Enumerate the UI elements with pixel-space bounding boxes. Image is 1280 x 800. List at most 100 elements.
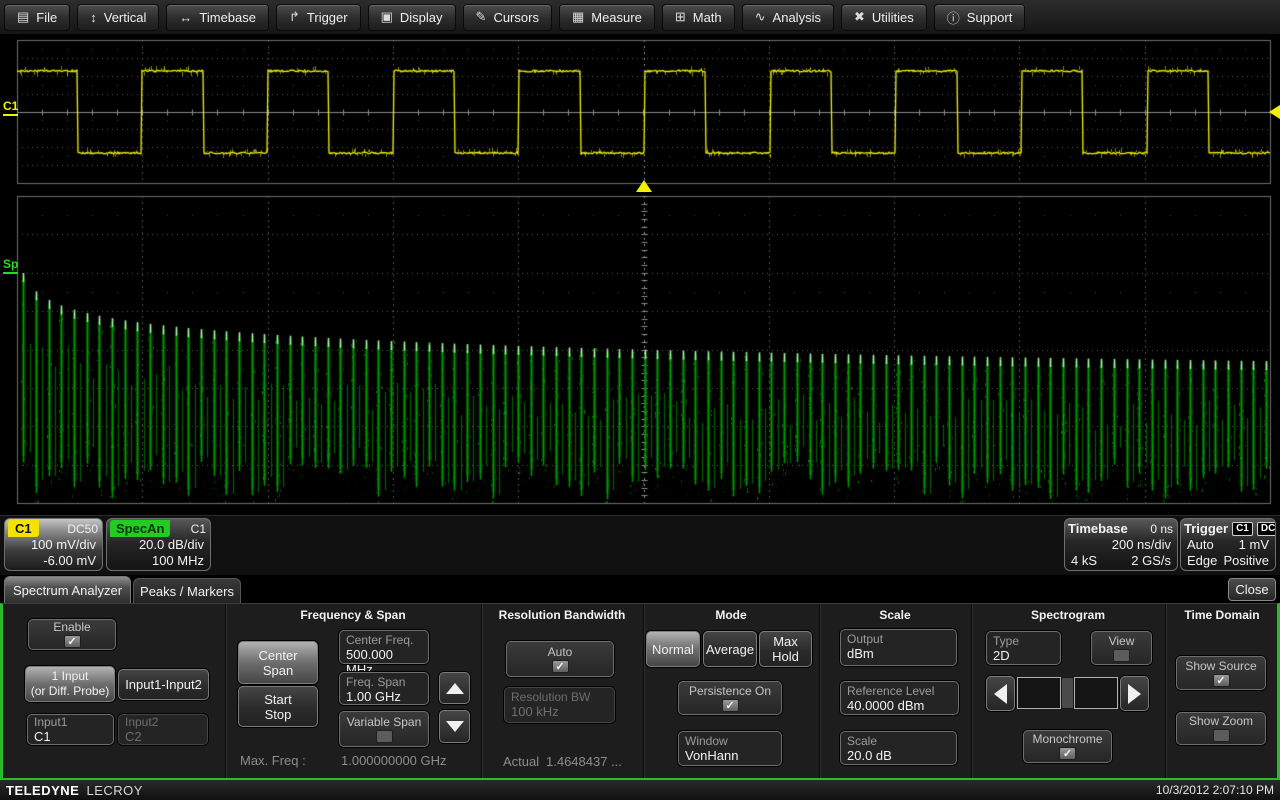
rbw-auto-checkbox-checked[interactable]: ✓ (552, 660, 569, 673)
window-field[interactable]: Window VonHann (678, 731, 782, 766)
info-circle-icon: ⓘ (947, 8, 960, 27)
spectrogram-slider[interactable] (1017, 677, 1118, 709)
center-freq-field[interactable]: Center Freq. 500.000 MHz (339, 630, 429, 664)
input2-label: Input2 (125, 715, 201, 729)
span-up-button[interactable] (439, 672, 470, 704)
show-source-label: Show Source (1185, 660, 1256, 673)
variable-span-toggle[interactable]: Variable Span (339, 711, 429, 747)
variable-span-checkbox-unchecked[interactable] (376, 730, 393, 743)
persistence-label: Persistence On (689, 685, 771, 698)
brand-lecroy: LECROY (86, 783, 142, 798)
spectrum-trace-label[interactable]: Sp (3, 258, 18, 274)
show-source-toggle[interactable]: Show Source ✓ (1176, 656, 1266, 690)
c1-trace-label[interactable]: C1 (3, 100, 18, 116)
one-input-button[interactable]: 1 Input (or Diff. Probe) (25, 666, 115, 702)
scale-value: 20.0 dB (847, 748, 950, 763)
output-field[interactable]: Output dBm (840, 629, 957, 666)
max-hold-line2: Hold (772, 649, 799, 664)
max-freq-label: Max. Freq : (240, 753, 306, 768)
dialog-body: Frequency & Span Resolution Bandwidth Mo… (0, 603, 1280, 780)
c1-descriptor-box[interactable]: C1 DC50 100 mV/div -6.00 mV (4, 518, 103, 571)
c1-offset: -6.00 mV (5, 553, 102, 569)
rbw-auto-toggle[interactable]: Auto ✓ (506, 641, 614, 677)
mode-normal-button[interactable]: Normal (646, 631, 700, 667)
spectrogram-right-button[interactable] (1120, 676, 1149, 711)
monochrome-toggle[interactable]: Monochrome ✓ (1023, 730, 1112, 763)
timebase-rate: 2 GS/s (1131, 553, 1171, 569)
input1-minus-input2-button[interactable]: Input1-Input2 (118, 669, 209, 700)
reference-level-label: Reference Level (847, 684, 952, 698)
trigger-type: Edge (1187, 553, 1217, 569)
specan-freq-per-div: 100 MHz (107, 553, 210, 569)
specan-badge: SpecAn (110, 520, 170, 537)
menu-button-support[interactable]: ⓘSupport (934, 4, 1026, 31)
menu-button-label: Measure (591, 10, 642, 25)
calculator-icon: ⊞ (675, 9, 686, 25)
left-arrow-icon (994, 684, 1007, 704)
monochrome-checkbox-checked[interactable]: ✓ (1059, 747, 1076, 760)
variable-span-label: Variable Span (347, 716, 422, 729)
status-bar: TELEDYNE LECROY 10/3/2012 2:07:10 PM (0, 780, 1280, 800)
specan-descriptor-box[interactable]: SpecAn C1 20.0 dB/div 100 MHz (106, 518, 211, 571)
mode-average-button[interactable]: Average (703, 631, 757, 667)
section-divider (643, 604, 644, 778)
spectrogram-view-toggle[interactable]: View (1091, 631, 1152, 665)
menu-button-measure[interactable]: ▦Measure (559, 4, 655, 31)
monochrome-label: Monochrome (1032, 733, 1102, 746)
persistence-checkbox-checked[interactable]: ✓ (722, 699, 739, 712)
persistence-toggle[interactable]: Persistence On ✓ (678, 681, 782, 715)
slider-track-left[interactable] (1017, 677, 1061, 709)
trigger-level-marker-icon[interactable] (1269, 105, 1280, 119)
rising-edge-icon: ↱ (289, 9, 300, 25)
trigger-source-badge: C1 (1232, 522, 1253, 536)
menu-button-utilities[interactable]: ✖Utilities (841, 4, 927, 31)
view-checkbox-unchecked[interactable] (1113, 649, 1130, 662)
spectrogram-type-field[interactable]: Type 2D (986, 631, 1061, 665)
menu-button-vertical[interactable]: ↕Vertical (77, 4, 159, 31)
trigger-coupling-badge: DC (1257, 522, 1276, 536)
start-stop-line1: Start (264, 692, 291, 707)
menu-button-display[interactable]: ▣Display (368, 4, 456, 31)
c1-channel-badge: C1 (8, 520, 39, 537)
start-stop-button[interactable]: Start Stop (238, 686, 318, 727)
menu-button-analysis[interactable]: ∿Analysis (742, 4, 834, 31)
menu-button-file[interactable]: ▤File (4, 4, 70, 31)
file-icon: ▤ (17, 9, 29, 25)
enable-checkbox-checked[interactable]: ✓ (64, 635, 81, 648)
span-down-button[interactable] (439, 710, 470, 743)
menu-button-cursors[interactable]: ✎Cursors (463, 4, 552, 31)
scale-field[interactable]: Scale 20.0 dB (840, 731, 957, 765)
waveform-grid-canvas[interactable] (0, 34, 1280, 515)
menu-button-timebase[interactable]: ↔Timebase (166, 4, 269, 31)
show-zoom-checkbox-unchecked[interactable] (1213, 729, 1230, 742)
crossed-tools-icon: ✖ (854, 9, 865, 25)
freq-span-field[interactable]: Freq. Span 1.00 GHz (339, 672, 429, 705)
center-span-button[interactable]: Center Span (238, 641, 318, 684)
input1-field[interactable]: Input1 C1 (27, 714, 114, 745)
close-button[interactable]: Close (1228, 578, 1276, 601)
reference-level-field[interactable]: Reference Level 40.0000 dBm (840, 681, 959, 715)
tab-spectrum-analyzer[interactable]: Spectrum Analyzer (4, 576, 131, 603)
slider-thumb[interactable] (1061, 677, 1074, 709)
spectrum-analyzer-dialog: Spectrum Analyzer Peaks / Markers Close … (0, 575, 1280, 780)
trigger-descriptor-box[interactable]: Trigger C1 DC Auto 1 mV Edge Positive (1180, 518, 1276, 571)
enable-toggle[interactable]: Enable ✓ (28, 619, 116, 650)
window-label: Window (685, 734, 775, 748)
menu-button-math[interactable]: ⊞Math (662, 4, 735, 31)
timebase-descriptor-box[interactable]: Timebase 0 ns 200 ns/div 4 kS 2 GS/s (1064, 518, 1178, 571)
right-arrow-icon (1128, 684, 1141, 704)
spectrogram-left-button[interactable] (986, 676, 1015, 711)
menu-button-trigger[interactable]: ↱Trigger (276, 4, 361, 31)
spectrogram-header: Spectrogram (971, 608, 1165, 622)
mode-max-hold-button[interactable]: Max Hold (759, 631, 812, 667)
rbw-actual-label: Actual (503, 754, 539, 769)
show-source-checkbox-checked[interactable]: ✓ (1213, 674, 1230, 687)
timebase-scale: 200 ns/div (1065, 537, 1177, 553)
trigger-title: Trigger (1184, 521, 1228, 536)
tab-peaks-markers[interactable]: Peaks / Markers (133, 578, 241, 603)
trigger-time-marker-icon[interactable] (636, 180, 652, 192)
vertical-arrows-icon: ↕ (90, 10, 97, 25)
show-zoom-toggle[interactable]: Show Zoom (1176, 712, 1266, 745)
c1-coupling: DC50 (67, 522, 98, 536)
slider-track-right[interactable] (1074, 677, 1118, 709)
